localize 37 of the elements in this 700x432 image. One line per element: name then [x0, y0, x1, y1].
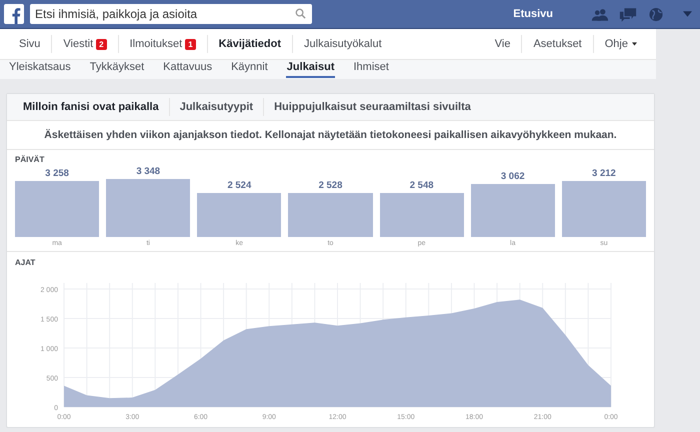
section-heading: AJAT: [15, 258, 36, 267]
insights-tab[interactable]: Yleiskatsaus: [8, 60, 72, 78]
page-nav-tab[interactable]: Julkaisutyökalut: [293, 38, 393, 50]
page-nav-tab[interactable]: Sivu: [8, 38, 52, 50]
card-tab[interactable]: Milloin fanisi ovat paikalla: [13, 101, 169, 113]
value-label: 3 258: [44, 168, 70, 179]
caret-icon[interactable]: [683, 11, 692, 17]
card-tab[interactable]: Huippujulkaisut seuraamiltasi sivuilta: [264, 101, 481, 113]
count-badge: 2: [96, 38, 107, 50]
page-nav-tab[interactable]: Ilmoitukset 1: [118, 38, 207, 50]
page-nav-link[interactable]: Vie: [484, 38, 522, 50]
value-label: 2 548: [408, 180, 435, 191]
info-text: Äskettäisen yhden viikon ajanjakson tiedot. Kellonajat näytetään tietokoneesi paikallisen aikavyöhykkeen mukaan.: [7, 121, 654, 150]
page-nav-link[interactable]: Asetukset: [522, 38, 593, 50]
search-icon[interactable]: [295, 8, 306, 19]
card-tab[interactable]: Julkaisutyypit: [170, 101, 264, 113]
insights-tab[interactable]: Käynnit: [230, 60, 269, 78]
value-label: 2 524: [226, 180, 252, 192]
insights-tab[interactable]: Julkaisut: [286, 60, 336, 78]
logo-icon[interactable]: [4, 4, 24, 24]
page-nav-tab[interactable]: Viestit 2: [52, 38, 118, 50]
section-heading: PÄIVÄT: [15, 155, 46, 164]
page-nav-tab[interactable]: Kävijätiedot: [208, 38, 292, 50]
value-label: 3 212: [591, 168, 617, 180]
insights-tab[interactable]: Kattavuus: [162, 60, 214, 78]
insights-tab[interactable]: Tykkäykset: [88, 60, 146, 78]
insights-tab[interactable]: Ihmiset: [352, 60, 390, 78]
search-field[interactable]: Etsi ihmisiä, paikkoja ja asioita: [30, 4, 312, 24]
messages-icon[interactable]: [619, 6, 637, 22]
home-link[interactable]: Etusivu: [513, 8, 553, 20]
value-label: 2 528: [318, 180, 344, 192]
value-label: 3 062: [500, 170, 526, 182]
value-label: 3 348: [135, 166, 162, 177]
count-badge: 1: [185, 38, 196, 50]
page-nav-link[interactable]: Ohje: [594, 38, 648, 50]
friends-icon[interactable]: [591, 6, 609, 22]
globe-icon[interactable]: [647, 6, 665, 22]
